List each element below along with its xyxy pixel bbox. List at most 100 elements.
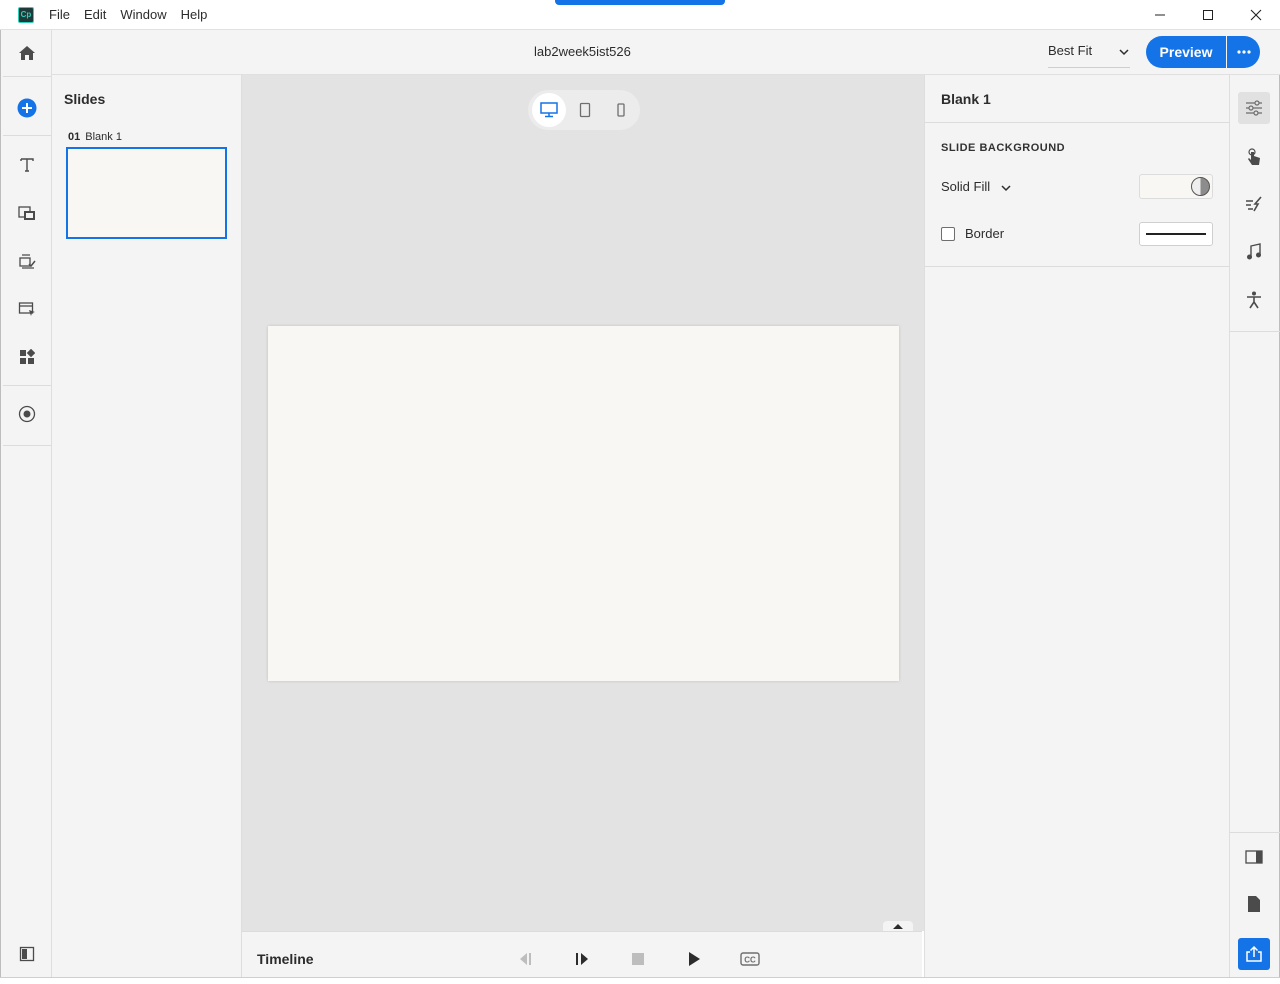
menu-window[interactable]: Window <box>120 7 166 22</box>
record-icon <box>18 405 36 423</box>
home-button[interactable] <box>14 40 40 66</box>
slide-thumbnail[interactable] <box>66 147 227 239</box>
stop-button[interactable] <box>610 948 666 970</box>
media-tool-button[interactable] <box>14 200 40 226</box>
device-switcher <box>528 90 640 130</box>
menu-help[interactable]: Help <box>181 7 208 22</box>
properties-title: Blank 1 <box>941 91 991 107</box>
layout-panel-icon <box>1245 850 1263 864</box>
document-icon <box>1248 896 1260 912</box>
fill-type-dropdown[interactable]: Solid Fill <box>941 179 1012 194</box>
border-style-swatch[interactable] <box>1139 222 1213 246</box>
rail-divider <box>1230 832 1280 833</box>
properties-tab-button[interactable] <box>1238 92 1270 124</box>
slides-panel-title: Slides <box>64 91 106 107</box>
chevron-up-icon <box>893 924 903 929</box>
window-controls <box>1136 0 1280 30</box>
step-forward-icon <box>576 953 588 965</box>
hand-pointer-icon <box>1248 148 1260 165</box>
maximize-icon <box>1203 10 1213 20</box>
app-logo: Cp <box>18 7 34 23</box>
mobile-view-button[interactable] <box>604 93 638 127</box>
menu-file[interactable]: File <box>49 7 70 22</box>
zoom-dropdown[interactable]: Best Fit <box>1048 38 1130 68</box>
closed-captions-button[interactable]: CC <box>722 948 778 970</box>
widgets-tool-button[interactable] <box>14 296 40 322</box>
properties-divider <box>925 266 1230 267</box>
animation-icon <box>1246 196 1262 212</box>
document-header: lab2week5ist526 Best Fit Preview <box>52 30 1280 75</box>
maximize-button[interactable] <box>1184 0 1232 30</box>
border-label: Border <box>965 226 1005 241</box>
interactions-tab-button[interactable] <box>1238 141 1270 173</box>
chevron-down-icon <box>1001 185 1011 191</box>
ellipsis-icon <box>1236 50 1251 54</box>
window-bottom-edge <box>0 977 1280 984</box>
play-button[interactable] <box>666 948 722 970</box>
tablet-view-button[interactable] <box>568 93 602 127</box>
slide-properties-button[interactable] <box>1238 841 1270 873</box>
home-icon <box>19 46 35 60</box>
close-button[interactable] <box>1232 0 1280 30</box>
rail-divider <box>3 445 51 446</box>
record-button[interactable] <box>14 401 40 427</box>
more-options-button[interactable] <box>1227 36 1260 68</box>
document-title: lab2week5ist526 <box>534 44 631 59</box>
zoom-value: Best Fit <box>1048 43 1093 58</box>
properties-divider <box>925 122 1230 123</box>
slide-stage[interactable] <box>268 326 899 681</box>
step-back-icon <box>520 953 531 965</box>
music-note-icon <box>1247 243 1261 260</box>
text-icon <box>20 158 34 172</box>
fill-color-swatch[interactable] <box>1139 174 1213 199</box>
desktop-view-button[interactable] <box>532 93 566 127</box>
toggle-panel-button[interactable] <box>14 941 40 967</box>
playback-controls: CC <box>498 948 778 970</box>
audio-tab-button[interactable] <box>1238 236 1270 268</box>
grid-icon <box>20 349 35 364</box>
rail-divider <box>3 135 51 136</box>
accessibility-tab-button[interactable] <box>1238 284 1270 316</box>
preview-button[interactable]: Preview <box>1146 36 1226 68</box>
add-circle-icon <box>17 98 37 118</box>
widget-icon <box>18 302 35 316</box>
slide-label: 01 Blank 1 <box>68 131 122 143</box>
minimize-icon <box>1155 14 1165 16</box>
menu-edit[interactable]: Edit <box>84 7 106 22</box>
properties-panel: Blank 1 SLIDE BACKGROUND Solid Fill Bord… <box>924 75 1230 984</box>
window-drag-indicator <box>555 0 725 5</box>
accessibility-icon <box>1247 291 1261 309</box>
timeline-bar: Timeline CC <box>242 931 922 977</box>
next-button[interactable] <box>554 948 610 970</box>
rail-divider <box>3 385 51 386</box>
slide-name: Blank 1 <box>85 131 122 143</box>
document-button[interactable] <box>1238 888 1270 920</box>
text-tool-button[interactable] <box>14 152 40 178</box>
cc-icon: CC <box>740 952 760 966</box>
stop-icon <box>632 953 644 965</box>
title-bar: Cp File Edit Window Help <box>0 0 1280 30</box>
slide-background-section-title: SLIDE BACKGROUND <box>941 142 1066 154</box>
left-tool-rail <box>0 30 52 984</box>
previous-button[interactable] <box>498 948 554 970</box>
panel-toggle-icon <box>19 946 35 962</box>
assets-tool-button[interactable] <box>14 344 40 370</box>
rail-divider <box>1230 331 1280 332</box>
border-checkbox[interactable] <box>941 227 955 241</box>
interactions-tool-button[interactable] <box>14 249 40 275</box>
expand-timeline-button[interactable] <box>883 921 913 931</box>
sliders-icon <box>1246 100 1262 116</box>
chevron-down-icon <box>1119 49 1129 56</box>
play-icon <box>689 952 700 966</box>
media-icon <box>18 206 35 220</box>
animations-tab-button[interactable] <box>1238 188 1270 220</box>
slides-panel: Slides 01 Blank 1 <box>52 75 242 984</box>
mobile-icon <box>617 103 625 117</box>
color-picker-icon[interactable] <box>1191 177 1210 196</box>
fill-type-value: Solid Fill <box>941 179 991 194</box>
canvas-area <box>242 75 924 931</box>
timeline-title: Timeline <box>257 951 314 967</box>
minimize-button[interactable] <box>1136 0 1184 30</box>
publish-button[interactable] <box>1238 938 1270 970</box>
add-slide-button[interactable] <box>14 95 40 121</box>
